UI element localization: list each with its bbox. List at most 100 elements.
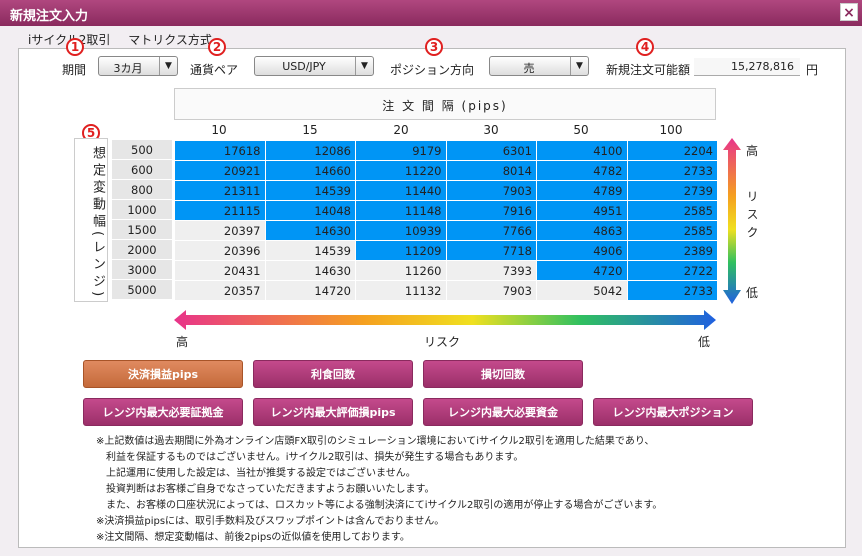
matrix-cell[interactable]: 7718 [445, 240, 537, 261]
table-row: 17618 12086 9179 6301 4100 2204 [174, 140, 718, 161]
matrix-cell[interactable]: 11260 [355, 260, 447, 281]
row-header: 2000 [112, 240, 172, 260]
matrix-cell[interactable]: 11220 [355, 160, 447, 181]
pair-label: 通貨ペア [190, 63, 239, 77]
row-header: 500 [112, 140, 172, 160]
matrix-cell[interactable]: 12086 [264, 140, 356, 161]
table-row: 21115 14048 11148 7916 4951 2585 [174, 200, 718, 221]
matrix-cell[interactable]: 4863 [536, 220, 628, 241]
matrix-cell[interactable]: 2204 [626, 140, 718, 161]
direction-value: 売 [523, 62, 535, 75]
matrix-table: 17618 12086 9179 6301 4100 2204 20921 14660 1122… [174, 140, 718, 301]
col-header: 30 [483, 123, 499, 137]
matrix-cell[interactable]: 14720 [264, 280, 356, 301]
matrix-cell[interactable]: 11209 [355, 240, 447, 261]
matrix-cell[interactable]: 14539 [264, 180, 356, 201]
matrix-cell[interactable]: 2722 [626, 260, 718, 281]
take-profit-count-button[interactable]: 利食回数 [253, 360, 413, 388]
matrix-cell[interactable]: 2389 [626, 240, 718, 261]
available-label: 新規注文可能額 [606, 63, 691, 77]
risk-vertical-label: リスク [745, 190, 759, 244]
matrix-cell[interactable]: 17618 [174, 140, 266, 161]
tab-bar: iサイクル2取引 マトリクス方式 [28, 31, 226, 48]
risk-horizontal-arrow-icon [174, 310, 716, 330]
matrix-cell[interactable]: 7766 [445, 220, 537, 241]
marker-1: 1 [66, 38, 84, 56]
column-title: 注 文 間 隔 (pips) [382, 99, 508, 113]
max-margin-button[interactable]: レンジ内最大必要証拠金 [83, 398, 243, 426]
matrix-cell[interactable]: 4906 [536, 240, 628, 261]
matrix-cell[interactable]: 2733 [626, 160, 718, 181]
matrix-cell[interactable]: 20357 [174, 280, 266, 301]
note-line: ※上記数値は過去期間に外為オンライン店頭FX取引のシミュレーション環境においてi… [96, 436, 655, 447]
matrix-cell[interactable]: 2585 [626, 220, 718, 241]
matrix-cell[interactable]: 7903 [445, 280, 537, 301]
matrix-cell[interactable]: 4720 [536, 260, 628, 281]
matrix-cell[interactable]: 14660 [264, 160, 356, 181]
row-header: 3000 [112, 260, 172, 280]
note-line: 投資判断はお客様ご自身でなさっていただきますようお願いいたします。 [96, 484, 435, 495]
tab-matrix[interactable]: マトリクス方式 [128, 31, 212, 48]
close-button[interactable]: × [840, 3, 858, 21]
matrix-cell[interactable]: 14630 [264, 220, 356, 241]
row-title: 想定変動幅(レンジ) [74, 138, 108, 302]
matrix-cell[interactable]: 11132 [355, 280, 447, 301]
available-amount: 15,278,816 [694, 58, 800, 76]
pnl-pips-button[interactable]: 決済損益pips [83, 360, 243, 388]
note-line: 利益を保証するものではございません。iサイクル2取引は、損失が発生する場合もあり… [96, 452, 524, 463]
matrix-cell[interactable]: 10939 [355, 220, 447, 241]
max-unrealized-loss-button[interactable]: レンジ内最大評価損pips [253, 398, 413, 426]
marker-4: 4 [636, 38, 654, 56]
note-line: また、お客様の口座状況によっては、ロスカット等による強制決済にてiサイクル2取引… [96, 500, 663, 511]
col-header: 50 [573, 123, 589, 137]
matrix-cell[interactable]: 20921 [174, 160, 266, 181]
matrix-cell[interactable]: 8014 [445, 160, 537, 181]
matrix-cell[interactable]: 7393 [445, 260, 537, 281]
table-row: 20357 14720 11132 7903 5042 2733 [174, 280, 718, 301]
risk-low-vertical: 低 [746, 286, 759, 300]
matrix-cell[interactable]: 20397 [174, 220, 266, 241]
matrix-cell[interactable]: 4782 [536, 160, 628, 181]
matrix-cell[interactable]: 4100 [536, 140, 628, 161]
available-unit: 円 [806, 63, 819, 77]
matrix-cell[interactable]: 14630 [264, 260, 356, 281]
matrix-cell[interactable]: 2733 [626, 280, 718, 301]
matrix-cell[interactable]: 21115 [174, 200, 266, 221]
risk-high-vertical: 高 [746, 144, 759, 158]
matrix-cell[interactable]: 4789 [536, 180, 628, 201]
matrix-cell[interactable]: 14539 [264, 240, 356, 261]
matrix-cell[interactable]: 21311 [174, 180, 266, 201]
matrix-cell[interactable]: 7903 [445, 180, 537, 201]
matrix-cell[interactable]: 9179 [355, 140, 447, 161]
disclaimer-notes: ※上記数値は過去期間に外為オンライン店頭FX取引のシミュレーション環境においてi… [96, 434, 836, 546]
risk-vertical-arrow-icon [723, 138, 741, 304]
max-required-funds-button[interactable]: レンジ内最大必要資金 [423, 398, 583, 426]
matrix-cell[interactable]: 14048 [264, 200, 356, 221]
chevron-down-icon: ▼ [159, 57, 177, 75]
matrix-cell[interactable]: 7916 [445, 200, 537, 221]
note-line: 上記運用に使用した設定は、当社が推奨する設定ではございません。 [96, 468, 416, 479]
max-position-button[interactable]: レンジ内最大ポジション [593, 398, 753, 426]
matrix-cell[interactable]: 2585 [626, 200, 718, 221]
note-line: ※注文間隔、想定変動幅は、前後2pipsの近似値を使用しております。 [96, 532, 410, 543]
table-row: 20397 14630 10939 7766 4863 2585 [174, 220, 718, 241]
table-row: 20921 14660 11220 8014 4782 2733 [174, 160, 718, 181]
stop-loss-count-button[interactable]: 損切回数 [423, 360, 583, 388]
matrix-cell[interactable]: 5042 [536, 280, 628, 301]
risk-high-horizontal: 高 [176, 335, 189, 349]
matrix-cell[interactable]: 11148 [355, 200, 447, 221]
direction-select[interactable]: 売 ▼ [489, 56, 589, 76]
period-select[interactable]: 3カ月 ▼ [98, 56, 178, 76]
matrix-cell[interactable]: 2739 [626, 180, 718, 201]
table-row: 21311 14539 11440 7903 4789 2739 [174, 180, 718, 201]
window-titlebar: 新規注文入力 × [0, 0, 862, 26]
matrix-cell[interactable]: 20396 [174, 240, 266, 261]
matrix-cell[interactable]: 6301 [445, 140, 537, 161]
table-row: 20396 14539 11209 7718 4906 2389 [174, 240, 718, 261]
matrix-cell[interactable]: 20431 [174, 260, 266, 281]
pair-select[interactable]: USD/JPY ▼ [254, 56, 374, 76]
matrix-cell[interactable]: 4951 [536, 200, 628, 221]
risk-low-horizontal: 低 [698, 335, 711, 349]
marker-2: 2 [208, 38, 226, 56]
matrix-cell[interactable]: 11440 [355, 180, 447, 201]
